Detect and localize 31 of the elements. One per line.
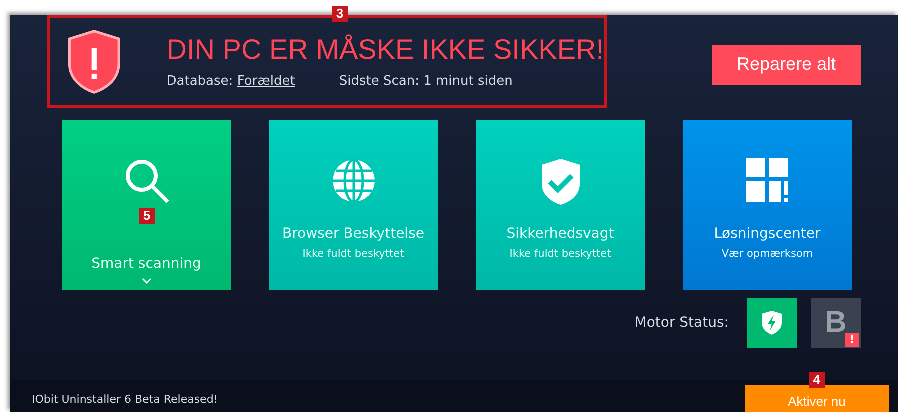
feature-tile[interactable]: Browser Beskyttelse Ikke fuldt beskyttet: [269, 120, 438, 290]
feature-tile[interactable]: Løsningscenter Vær opmærksom: [683, 120, 852, 290]
tile-title: Smart scanning: [92, 256, 202, 272]
database-status-link[interactable]: Forældet: [237, 74, 296, 89]
tile-title: Sikkerhedsvagt: [506, 226, 614, 242]
news-text: IObit Uninstaller 6 Beta Released!: [32, 393, 218, 408]
search-icon: [124, 158, 170, 204]
database-label: Database:: [166, 74, 234, 89]
callout-number: 3: [332, 6, 348, 22]
feature-tile[interactable]: Sikkerhedsvagt Ikke fuldt beskyttet: [476, 120, 645, 290]
alert-title: DIN PC ER MÅSKE IKKE SIKKER!: [166, 34, 604, 66]
callout-number: 5: [139, 208, 155, 224]
last-scan-text: Sidste Scan: 1 minut siden: [339, 74, 513, 89]
shield-check-icon: [540, 158, 580, 206]
tile-title: Browser Beskyttelse: [282, 226, 424, 242]
tile-title: Løsningscenter: [714, 226, 821, 242]
engine-status-tile[interactable]: B!: [811, 298, 861, 348]
repair-all-button[interactable]: Reparere alt: [712, 44, 861, 84]
tile-subtitle: Ikke fuldt beskyttet: [302, 248, 404, 260]
activate-button[interactable]: Aktiver nu: [745, 385, 889, 412]
shield-bolt-icon: [761, 310, 783, 336]
engine-status-tile[interactable]: [747, 298, 797, 348]
tile-subtitle: Ikke fuldt beskyttet: [510, 248, 612, 260]
tile-subtitle: Vær opmærksom: [722, 248, 814, 260]
grid-alert-icon: [746, 158, 790, 202]
feature-tile[interactable]: 5 Smart scanning: [62, 120, 231, 290]
globe-icon: [330, 158, 376, 204]
engine-letter: B: [825, 306, 847, 340]
motor-status-label: Motor Status:: [634, 315, 729, 331]
callout-number: 4: [809, 372, 825, 388]
warning-badge: !: [845, 333, 859, 347]
